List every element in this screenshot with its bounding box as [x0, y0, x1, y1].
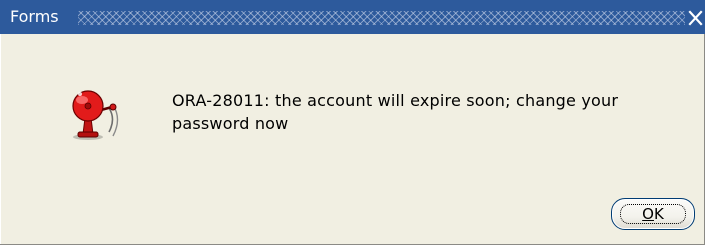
- ok-mnemonic: O: [642, 205, 654, 223]
- ok-button[interactable]: OK: [611, 198, 695, 230]
- ok-button-label: OK: [612, 205, 694, 223]
- title-bar[interactable]: Forms: [0, 0, 705, 34]
- title-bar-pattern: [78, 11, 685, 25]
- close-button[interactable]: [687, 8, 705, 28]
- window-title: Forms: [10, 7, 59, 26]
- error-message: ORA-28011: the account will expire soon;…: [172, 91, 619, 133]
- alarm-bell-icon: [60, 80, 126, 144]
- close-icon: [688, 10, 703, 26]
- ok-label-rest: K: [653, 205, 664, 223]
- forms-dialog: Forms ORA-28011: the account will expire…: [0, 0, 705, 245]
